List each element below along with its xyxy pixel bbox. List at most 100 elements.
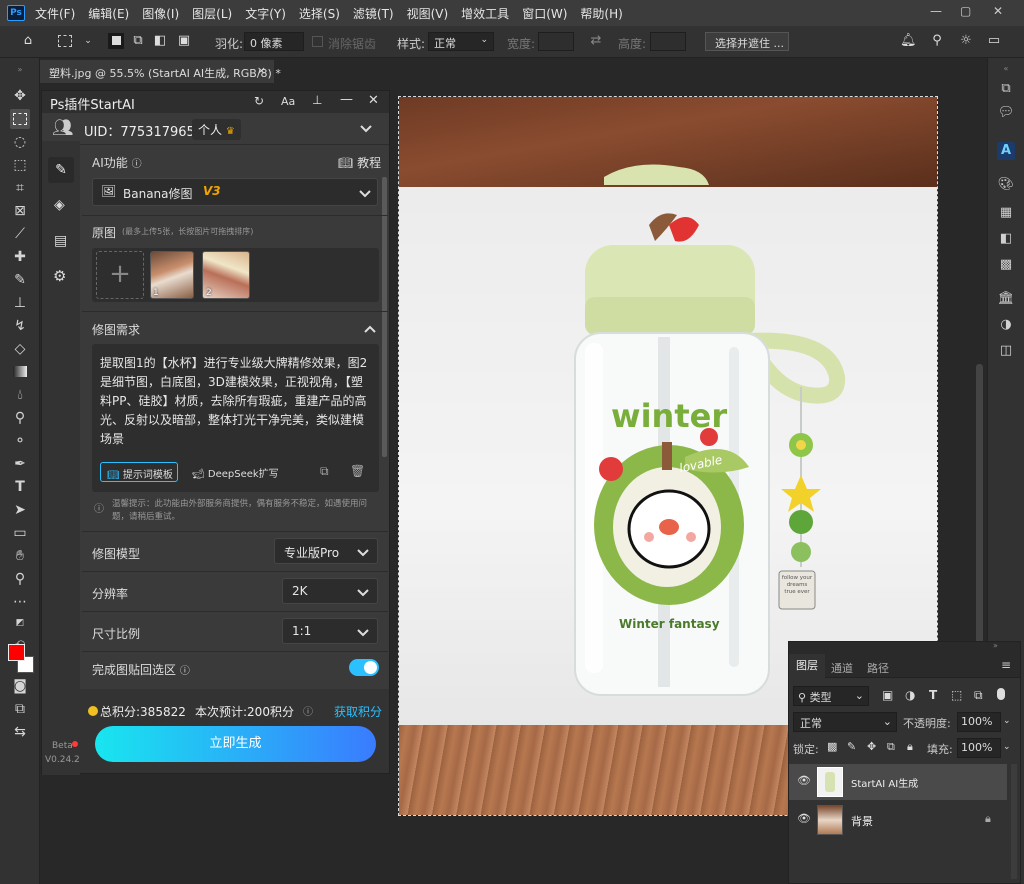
lock-transparent-icon[interactable]: ▩: [827, 740, 837, 753]
menu-view[interactable]: 视图(V): [407, 5, 449, 22]
filter-type-icon[interactable]: T: [929, 688, 937, 702]
properties-panel-icon[interactable]: ◫: [997, 342, 1015, 360]
edit-nav-icon[interactable]: ✎: [48, 157, 74, 183]
eyedropper-tool-icon[interactable]: ⟋: [10, 224, 30, 244]
requirement-textarea[interactable]: 提取图1的【水杯】进行专业级大牌精修效果，图2是细节图，白底图，3D建模效果，正…: [92, 344, 379, 492]
type-tool-icon[interactable]: T: [10, 477, 30, 497]
fill-input[interactable]: 100%: [957, 738, 1001, 758]
collapse-arrows-icon[interactable]: »: [10, 60, 30, 80]
menu-edit[interactable]: 编辑(E): [88, 5, 129, 22]
font-size-icon[interactable]: Aa: [281, 95, 295, 108]
feather-input[interactable]: 0 像素: [244, 32, 304, 51]
subtract-selection-icon[interactable]: ◧: [152, 33, 168, 49]
layer-filter-select[interactable]: ⚲ 类型 ⌄: [793, 686, 869, 706]
clipboard-nav-icon[interactable]: ▤: [54, 233, 67, 249]
chevron-down-icon[interactable]: ⌄: [1003, 716, 1011, 726]
model-select[interactable]: 专业版Pro: [274, 538, 378, 564]
filter-pixel-icon[interactable]: ▣: [882, 688, 893, 702]
layers-nav-icon[interactable]: ◈: [54, 197, 65, 213]
filter-adjustment-icon[interactable]: ◑: [905, 688, 915, 702]
deepseek-button[interactable]: 🐋︎ DeepSeek扩写: [188, 462, 280, 482]
default-colors-icon[interactable]: ◩ ⤺: [10, 613, 30, 648]
comments-panel-icon[interactable]: 💬︎: [997, 104, 1015, 122]
rectangle-tool-icon[interactable]: ▭: [10, 523, 30, 543]
panel-menu-icon[interactable]: ≡: [1001, 658, 1011, 672]
paste-back-toggle[interactable]: [349, 659, 379, 676]
generate-button[interactable]: 立即生成: [95, 726, 376, 762]
history-brush-icon[interactable]: ↯: [10, 316, 30, 336]
filter-toggle[interactable]: [997, 688, 1005, 700]
document-tab[interactable]: 塑料.jpg @ 55.5% (StartAI AI生成, RGB/8) * ×: [40, 60, 281, 83]
pin-icon[interactable]: ⊥: [312, 93, 322, 107]
tab-paths[interactable]: 路径: [867, 660, 889, 676]
more-tools-icon[interactable]: ⋯: [10, 592, 30, 612]
select-and-mask-button[interactable]: 选择并遮住 ...: [705, 32, 789, 51]
healing-brush-icon[interactable]: ✚: [10, 247, 30, 267]
adjustments-panel-icon[interactable]: ◑: [997, 316, 1015, 334]
settings-gear-icon[interactable]: ⚙: [53, 267, 66, 285]
menu-window[interactable]: 窗口(W): [522, 5, 567, 22]
blend-mode-select[interactable]: 正常 ⌄: [793, 712, 897, 732]
intersect-selection-icon[interactable]: ▣: [176, 33, 192, 49]
resolution-select[interactable]: 2K: [282, 578, 378, 604]
menu-help[interactable]: 帮助(H): [580, 5, 622, 22]
extra-icon[interactable]: ⇆: [10, 722, 30, 742]
stamp-tool-icon[interactable]: ⊥: [10, 293, 30, 313]
chevron-up-icon[interactable]: [364, 323, 376, 335]
function-select[interactable]: 🖼︎ Banana修图 V3: [92, 178, 378, 206]
gradient-panel-icon[interactable]: ◧: [997, 230, 1015, 248]
thumbnail-1[interactable]: 1: [150, 251, 194, 299]
prompt-template-button[interactable]: 📖︎ 提示词模板: [100, 462, 178, 482]
home-icon[interactable]: ⌂: [20, 33, 36, 49]
chevron-down-icon[interactable]: ⌄: [80, 33, 96, 49]
foreground-color-swatch[interactable]: [8, 644, 25, 661]
close-window-icon[interactable]: ✕: [993, 4, 1003, 18]
zoom-tool-icon[interactable]: ⚲: [10, 569, 30, 589]
ratio-select[interactable]: 1:1: [282, 618, 378, 644]
screen-mode-icon[interactable]: ⧉: [10, 699, 30, 719]
search-icon[interactable]: ⚲: [929, 33, 945, 49]
tab-layers[interactable]: 图层: [789, 654, 825, 678]
tutorial-link[interactable]: 📖︎ 教程: [338, 154, 381, 171]
width-input[interactable]: [538, 32, 574, 51]
minimize-panel-icon[interactable]: —: [340, 92, 353, 107]
pen-tool-icon[interactable]: ✒: [10, 454, 30, 474]
antialias-checkbox[interactable]: [312, 36, 323, 47]
new-selection-icon[interactable]: [108, 33, 124, 49]
minimize-icon[interactable]: —: [930, 4, 942, 18]
menu-filter[interactable]: 滤镜(T): [353, 5, 394, 22]
workspace-icon[interactable]: ▭: [986, 33, 1002, 49]
layer-row[interactable]: 👁︎ StartAI AI生成: [789, 764, 1007, 800]
close-panel-icon[interactable]: ✕: [368, 93, 379, 108]
refresh-icon[interactable]: ↻: [254, 94, 264, 108]
thumbnail-2[interactable]: 2: [202, 251, 250, 299]
hand-tool-icon[interactable]: ✋︎: [10, 546, 30, 566]
blur-tool-icon[interactable]: 💧︎: [10, 385, 30, 405]
height-input[interactable]: [650, 32, 686, 51]
chevron-down-icon[interactable]: [360, 124, 372, 134]
path-select-tool-icon[interactable]: ➤: [10, 500, 30, 520]
filter-smart-icon[interactable]: ⧉: [974, 688, 983, 703]
trash-icon[interactable]: 🗑︎: [350, 464, 365, 478]
style-select[interactable]: 正常 ⌄: [428, 32, 494, 51]
menu-image[interactable]: 图像(I): [142, 5, 179, 22]
add-selection-icon[interactable]: ⧉: [130, 33, 146, 49]
crop-tool-icon[interactable]: ⌗: [10, 178, 30, 198]
history-icon[interactable]: ⧉: [320, 464, 329, 479]
menu-plugins[interactable]: 增效工具: [461, 5, 509, 22]
quick-mask-icon[interactable]: ◙: [10, 676, 30, 696]
color-panel-icon[interactable]: 🎨︎: [997, 176, 1015, 194]
menu-file[interactable]: 文件(F): [35, 5, 75, 22]
add-image-button[interactable]: +: [96, 251, 144, 299]
chevron-down-icon[interactable]: ⌄: [1003, 742, 1011, 752]
bell-icon[interactable]: 🔔︎: [900, 33, 917, 49]
collapse-arrows-icon[interactable]: »: [993, 641, 998, 650]
frame-tool-icon[interactable]: ⊠: [10, 201, 30, 221]
filter-shape-icon[interactable]: ⬚: [951, 688, 962, 702]
gradient-tool-icon[interactable]: [10, 362, 30, 382]
layer-row[interactable]: 👁︎ 背景 🔒︎: [789, 802, 1007, 838]
bulb-icon[interactable]: ☼: [958, 33, 974, 49]
eye-icon[interactable]: 👁︎: [797, 812, 811, 825]
history-panel-icon[interactable]: ⧉: [997, 80, 1015, 98]
lasso-tool-icon[interactable]: ◌: [10, 132, 30, 152]
